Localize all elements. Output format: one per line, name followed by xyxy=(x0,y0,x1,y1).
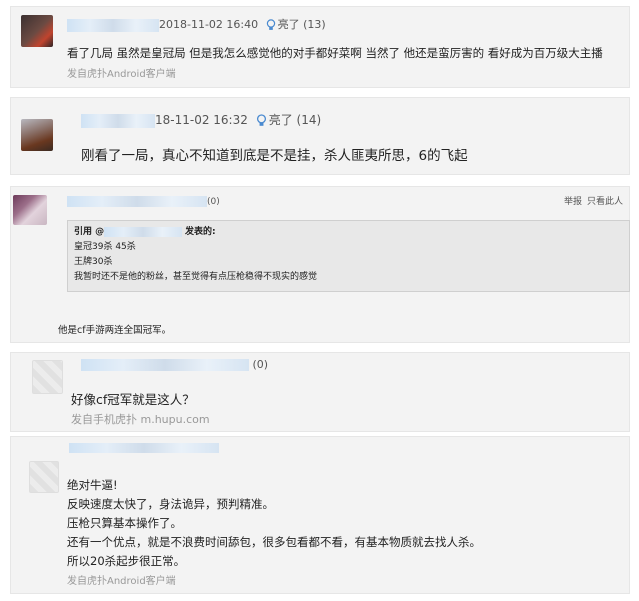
quote-block: 引用 @ 发表的: 皇冠39杀 45杀 王牌30杀 我暂时还不是他的粉丝，甚至觉… xyxy=(67,220,630,292)
post-body-line: 还有一个优点，就是不浪费时间舔包，很多包看都不看，有基本物质就去找人杀。 xyxy=(67,535,481,549)
lightbulb-icon[interactable] xyxy=(256,114,267,127)
quote-prefix: 引用 @ xyxy=(74,227,105,237)
post-timestamp: 18-11-02 16:32 xyxy=(155,113,248,127)
reply-post-4: (0) 好像cf冠军就是这人？ 发自手机虎扑 m.hupu.com xyxy=(10,352,630,432)
quote-line: 我暂时还不是他的粉丝，甚至觉得有点压枪稳得不现实的感觉 xyxy=(74,272,318,282)
light-label[interactable]: 亮了 xyxy=(269,113,293,127)
user-avatar[interactable] xyxy=(29,461,59,493)
post-body: 他是cf手游两连全国冠军。 xyxy=(58,325,172,336)
light-label[interactable]: 亮了 xyxy=(278,18,300,31)
user-avatar[interactable] xyxy=(13,195,47,225)
post-body-line: 压枪只算基本操作了。 xyxy=(67,516,182,530)
post-source: 发自虎扑Android客户端 xyxy=(67,576,176,587)
post-body-line: 反映速度太快了，身法诡异，预判精准。 xyxy=(67,497,274,511)
post-actions: 举报 只看此人 xyxy=(559,194,623,207)
quote-suffix: 发表的: xyxy=(185,227,216,237)
light-count: (13) xyxy=(303,18,326,31)
quote-line: 皇冠39杀 45杀 xyxy=(74,242,136,252)
username[interactable] xyxy=(81,113,155,128)
username[interactable] xyxy=(67,18,159,32)
reply-post-5: 绝对牛逼! 反映速度太快了，身法诡异，预判精准。 压枪只算基本操作了。 还有一个… xyxy=(10,436,630,594)
reply-count: (0) xyxy=(252,358,269,371)
reply-post-2: 18-11-02 16:32 亮了 (14) 刚看了一局，真心不知道到底是不是挂… xyxy=(10,97,630,175)
username[interactable] xyxy=(81,359,249,371)
post-body-line: 绝对牛逼! xyxy=(67,478,118,492)
post-meta: 18-11-02 16:32 亮了 (14) xyxy=(81,111,321,128)
quoted-username[interactable] xyxy=(104,226,183,237)
username[interactable] xyxy=(69,443,219,453)
post-meta: (0) xyxy=(81,358,268,371)
reply-post-3: (0) 举报 只看此人 引用 @ 发表的: 皇冠39杀 45杀 王牌30杀 我暂时… xyxy=(10,186,630,343)
light-count: (14) xyxy=(296,113,322,127)
quote-header: 引用 @ 发表的: xyxy=(74,225,623,240)
quote-line: 王牌30杀 xyxy=(74,257,113,267)
post-meta: (0) xyxy=(67,196,220,207)
report-link[interactable]: 举报 xyxy=(564,197,582,207)
user-avatar[interactable] xyxy=(21,119,53,151)
post-source: 发自手机虎扑 m.hupu.com xyxy=(71,413,210,426)
post-body-line: 所以20杀起步很正常。 xyxy=(67,554,186,568)
lightbulb-icon[interactable] xyxy=(266,19,276,31)
post-body: 看了几局 虽然是皇冠局 但是我怎么感觉他的对手都好菜啊 当然了 他还是蛮厉害的 … xyxy=(67,46,603,60)
post-meta xyxy=(69,441,219,454)
post-source: 发自虎扑Android客户端 xyxy=(67,69,176,80)
user-avatar[interactable] xyxy=(21,15,53,47)
only-this-user-link[interactable]: 只看此人 xyxy=(587,197,623,207)
post-body: 刚看了一局，真心不知道到底是不是挂，杀人匪夷所思，6的飞起 xyxy=(81,148,468,164)
reply-post-1: 2018-11-02 16:40 亮了 (13) 看了几局 虽然是皇冠局 但是我… xyxy=(10,6,630,88)
reply-count: (0) xyxy=(207,197,220,207)
post-body: 好像cf冠军就是这人？ xyxy=(71,392,195,407)
post-timestamp: 2018-11-02 16:40 xyxy=(159,18,259,31)
user-avatar[interactable] xyxy=(32,360,63,394)
post-meta: 2018-11-02 16:40 亮了 (13) xyxy=(67,16,326,32)
username[interactable] xyxy=(67,196,207,207)
